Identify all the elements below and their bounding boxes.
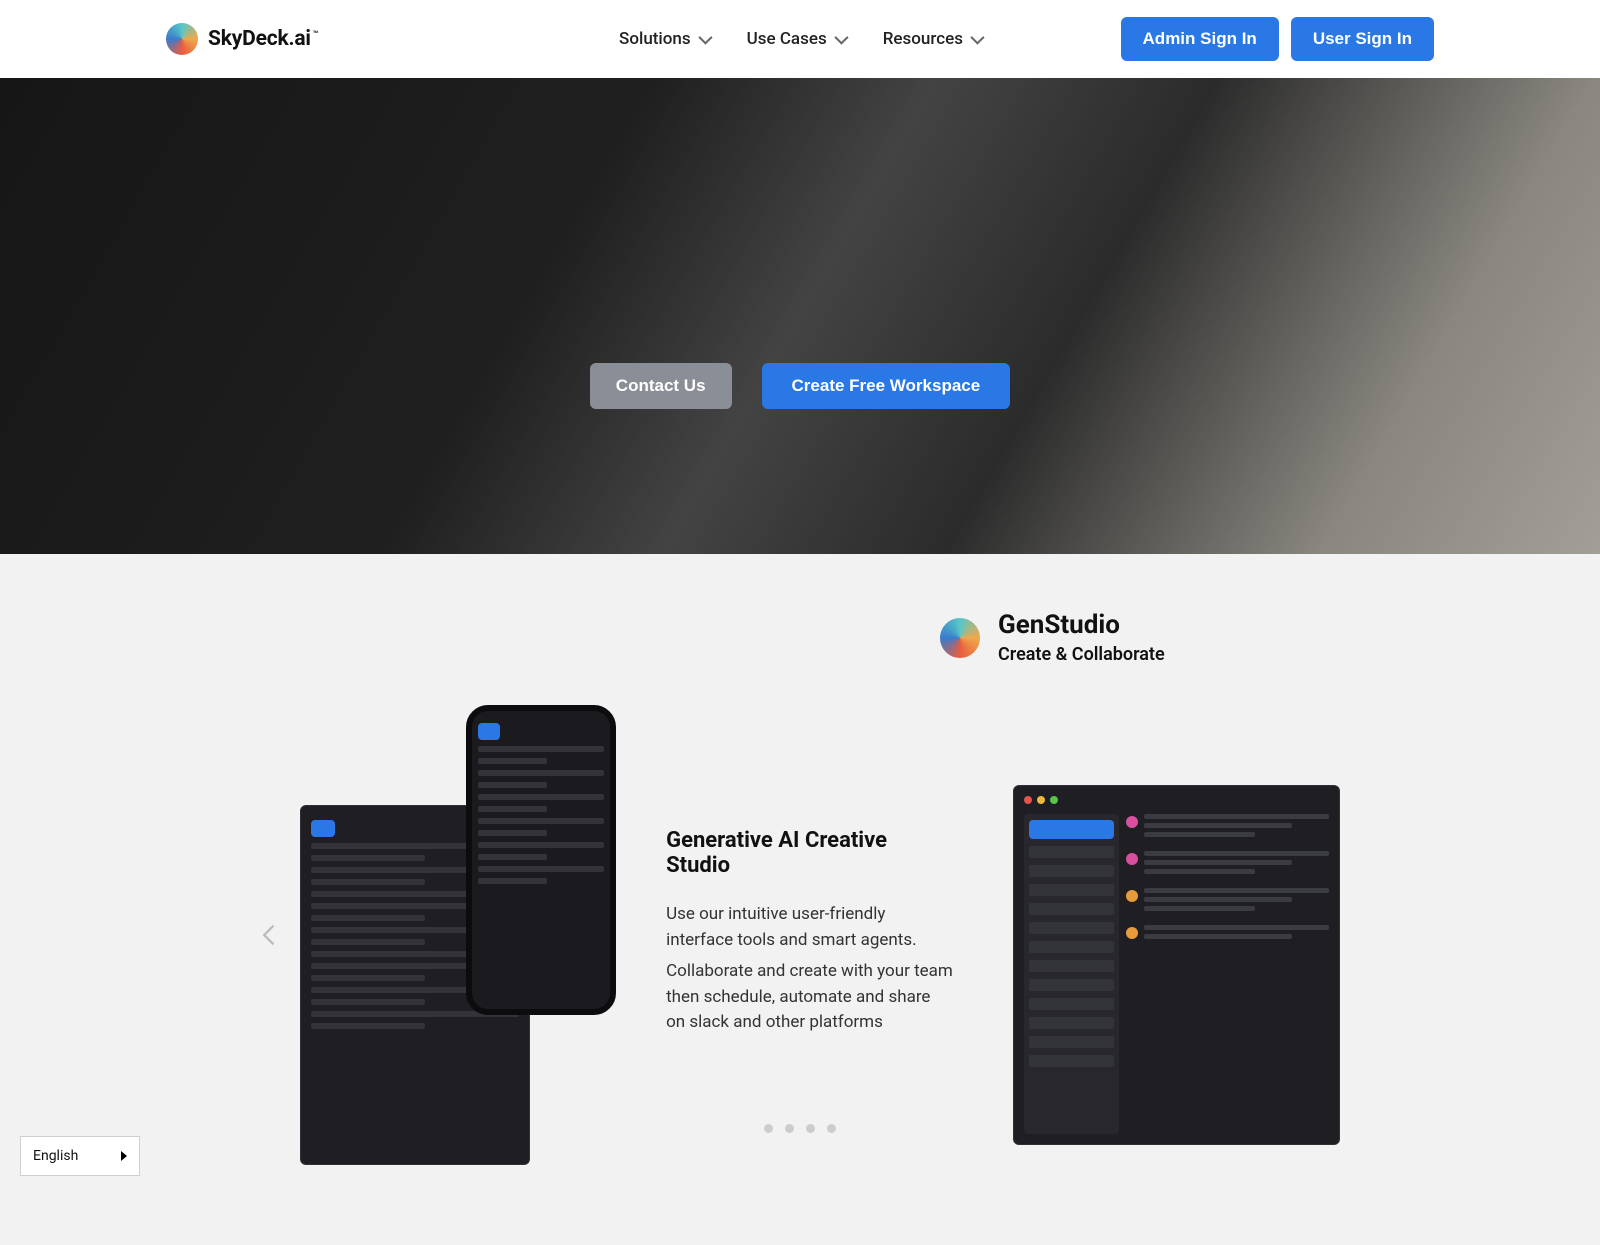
logo-word: SkyDeck.ai: [208, 27, 311, 51]
feature-section: GenStudio Create & Collaborate: [0, 554, 1600, 1245]
nav-item-solutions[interactable]: Solutions: [619, 29, 709, 49]
chevron-left-icon: [256, 921, 284, 949]
admin-signin-button[interactable]: Admin Sign In: [1121, 17, 1279, 61]
language-label: English: [33, 1148, 78, 1164]
carousel-dot[interactable]: [785, 1124, 794, 1133]
chevron-down-icon: [970, 31, 984, 45]
chevron-down-icon: [834, 31, 848, 45]
nav-item-resources[interactable]: Resources: [883, 29, 981, 49]
mock-main-panel: [1126, 814, 1329, 1134]
hero-section: Contact Us Create Free Workspace: [0, 78, 1600, 554]
nav-item-use-cases[interactable]: Use Cases: [747, 29, 845, 49]
logo-icon: [166, 23, 198, 55]
mock-new-conv-button: [1029, 820, 1114, 839]
contact-us-button[interactable]: Contact Us: [590, 363, 732, 409]
nav-item-label: Solutions: [619, 29, 691, 49]
nav-item-label: Use Cases: [747, 29, 827, 49]
screenshot-app-window: [1013, 785, 1340, 1145]
logo-text: SkyDeck.ai™: [208, 27, 318, 51]
carousel-dot[interactable]: [827, 1124, 836, 1133]
carousel-prev-button[interactable]: [256, 921, 284, 949]
nav-item-label: Resources: [883, 29, 963, 49]
slide-paragraph: Use our intuitive user-friendly interfac…: [666, 902, 953, 953]
slide-paragraph: Collaborate and create with your team th…: [666, 959, 953, 1036]
create-workspace-button[interactable]: Create Free Workspace: [762, 363, 1011, 409]
slide-heading: Generative AI Creative Studio: [666, 828, 953, 878]
screenshot-mobile-desktop: [300, 705, 616, 1165]
mock-chip: [478, 723, 500, 740]
genstudio-icon: [940, 618, 980, 658]
nav-center: Solutions Use Cases Resources: [619, 29, 981, 49]
mock-sidebar: [1024, 814, 1119, 1134]
carousel-dot[interactable]: [806, 1124, 815, 1133]
chevron-down-icon: [698, 31, 712, 45]
logo-tm: ™: [313, 30, 318, 40]
feature-subtitle: Create & Collaborate: [998, 644, 1165, 665]
hero-buttons: Contact Us Create Free Workspace: [590, 363, 1010, 409]
window-traffic-lights: [1024, 796, 1329, 804]
triangle-right-icon: [121, 1151, 127, 1161]
feature-header-text: GenStudio Create & Collaborate: [998, 610, 1165, 665]
carousel-dots: [764, 1124, 836, 1133]
language-selector[interactable]: English: [20, 1136, 140, 1176]
user-signin-button[interactable]: User Sign In: [1291, 17, 1434, 61]
top-nav: SkyDeck.ai™ Solutions Use Cases Resource…: [0, 0, 1600, 78]
carousel: Generative AI Creative Studio Use our in…: [0, 705, 1600, 1165]
nav-right: Admin Sign In User Sign In: [1121, 17, 1434, 61]
carousel-dot[interactable]: [764, 1124, 773, 1133]
mock-chip: [311, 820, 335, 837]
feature-title: GenStudio: [998, 610, 1165, 640]
feature-header: GenStudio Create & Collaborate: [940, 610, 1600, 665]
logo[interactable]: SkyDeck.ai™: [166, 23, 318, 55]
mock-phone: [466, 705, 616, 1015]
slide-text: Generative AI Creative Studio Use our in…: [666, 828, 953, 1042]
